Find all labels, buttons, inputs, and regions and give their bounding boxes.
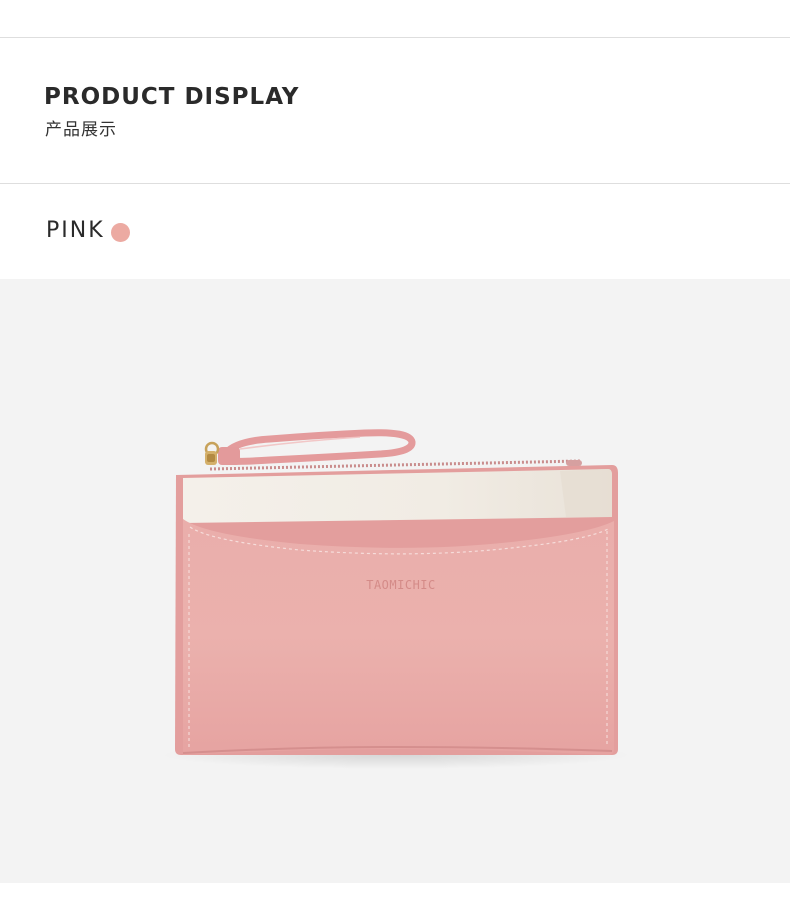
wallet-cream-flap [183, 469, 612, 523]
wallet-zipper-end [566, 460, 582, 466]
wallet-cream-shade [560, 469, 612, 517]
wallet-strap-tab [218, 447, 240, 465]
product-photo: TAOMICHIC [0, 279, 790, 883]
section-title: PRODUCT DISPLAY [44, 84, 300, 110]
bottom-spacer [0, 883, 790, 905]
section-divider [0, 183, 790, 184]
color-option-label: PINK [46, 218, 105, 243]
top-spacer [0, 0, 790, 38]
section-subtitle: 产品展示 [45, 120, 117, 140]
zipper-pull-icon [204, 441, 220, 465]
wallet-brand-emboss: TAOMICHIC [366, 578, 436, 592]
top-divider [0, 37, 790, 38]
color-swatch-dot[interactable] [111, 223, 130, 242]
wallet-illustration: TAOMICHIC [161, 429, 631, 769]
